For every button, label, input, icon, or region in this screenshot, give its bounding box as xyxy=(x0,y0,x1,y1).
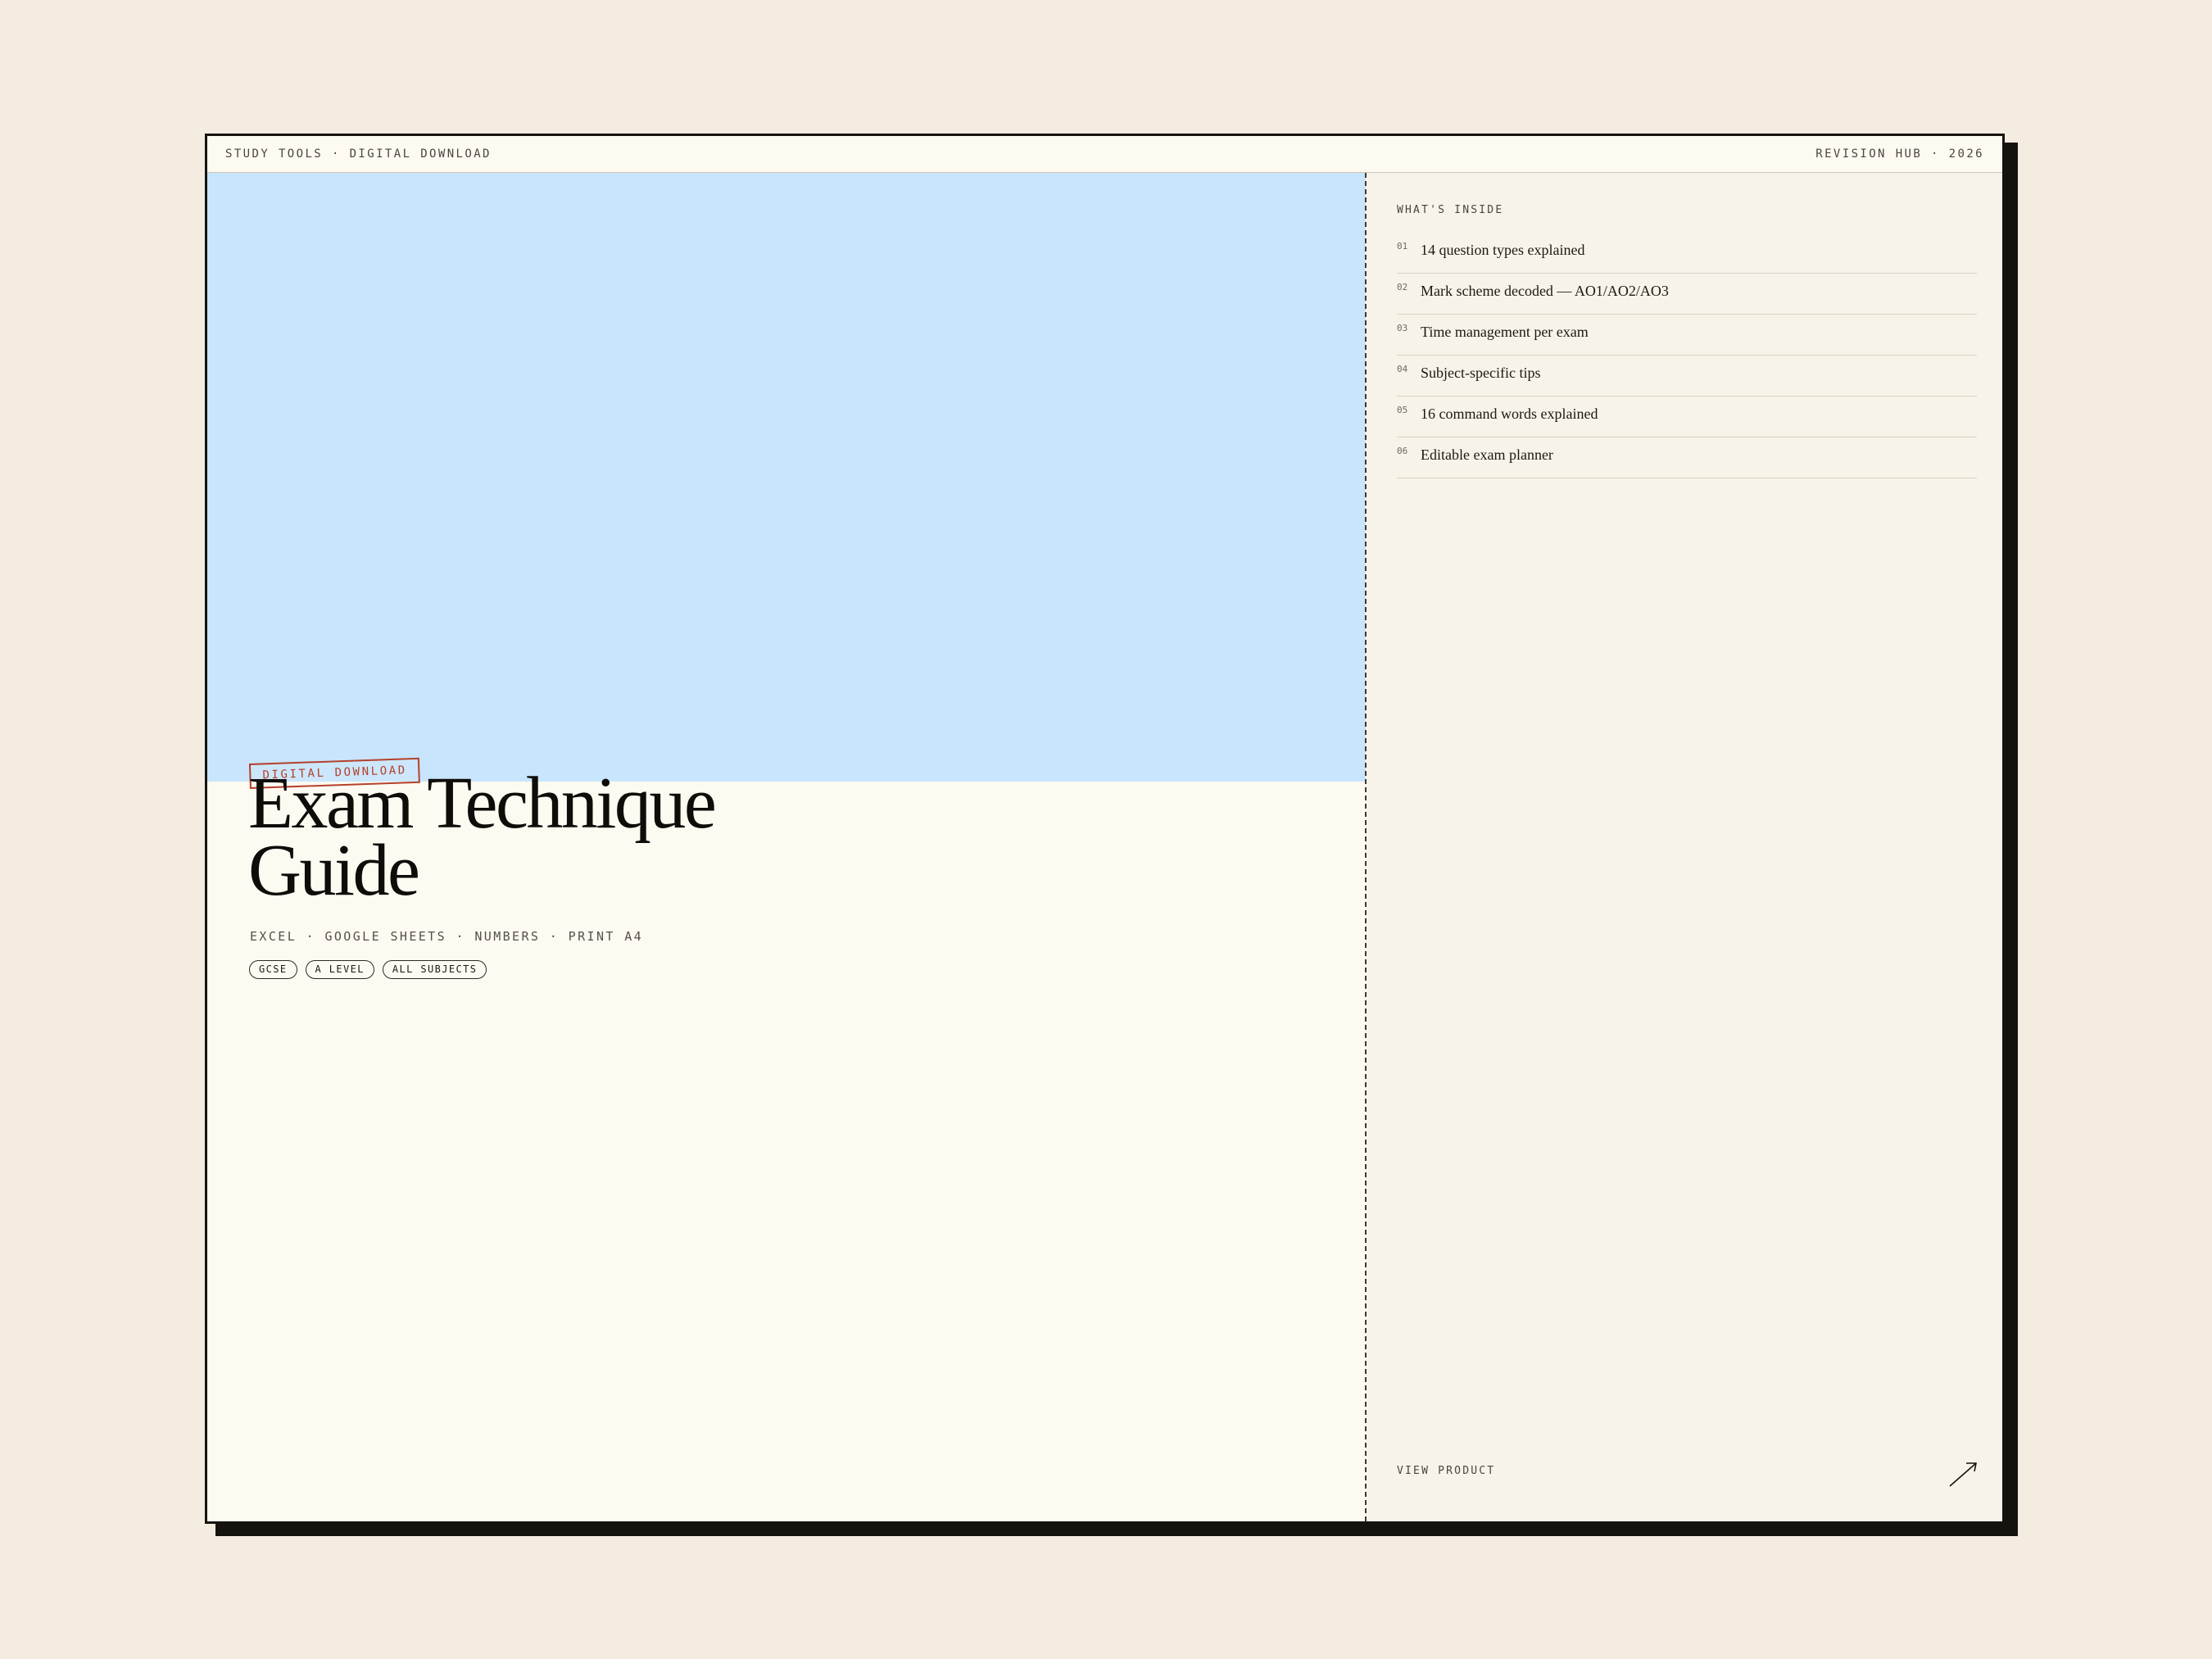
format-list: EXCEL · GOOGLE SHEETS · NUMBERS · PRINT … xyxy=(250,929,644,944)
contents-heading: WHAT'S INSIDE xyxy=(1397,204,1504,216)
list-item: 04 Subject-specific tips xyxy=(1397,356,1977,397)
item-text: 16 command words explained xyxy=(1421,406,1598,422)
arrow-up-right-icon[interactable] xyxy=(1948,1460,1979,1488)
item-text: Time management per exam xyxy=(1421,324,1589,340)
item-text: 14 question types explained xyxy=(1421,242,1585,258)
view-product-link[interactable]: VIEW PRODUCT xyxy=(1397,1465,1495,1477)
product-title: Exam Technique Guide xyxy=(248,767,986,908)
tag-all-subjects: ALL SUBJECTS xyxy=(382,960,487,979)
hero-image-area: DIGITAL DOWNLOAD xyxy=(207,173,1366,789)
header-brand: REVISION HUB · 2026 xyxy=(1815,147,1984,161)
item-number: 04 xyxy=(1397,364,1408,374)
item-number: 01 xyxy=(1397,241,1408,252)
tag-list: GCSE A LEVEL ALL SUBJECTS xyxy=(249,960,487,979)
dashed-divider xyxy=(1365,173,1367,1521)
card-header: STUDY TOOLS · DIGITAL DOWNLOAD REVISION … xyxy=(207,136,2002,173)
item-number: 02 xyxy=(1397,282,1408,292)
list-item: 05 16 command words explained xyxy=(1397,397,1977,437)
header-category: STUDY TOOLS · DIGITAL DOWNLOAD xyxy=(225,147,492,161)
list-item: 03 Time management per exam xyxy=(1397,315,1977,356)
item-number: 06 xyxy=(1397,446,1408,456)
contents-list: 01 14 question types explained 02 Mark s… xyxy=(1397,233,1977,478)
list-item: 01 14 question types explained xyxy=(1397,233,1977,274)
item-number: 05 xyxy=(1397,405,1408,415)
tag-a-level: A LEVEL xyxy=(305,960,374,979)
item-text: Editable exam planner xyxy=(1421,446,1553,463)
item-number: 03 xyxy=(1397,323,1408,333)
list-item: 02 Mark scheme decoded — AO1/AO2/AO3 xyxy=(1397,274,1977,315)
list-item: 06 Editable exam planner xyxy=(1397,437,1977,478)
tag-gcse: GCSE xyxy=(249,960,297,979)
item-text: Subject-specific tips xyxy=(1421,365,1541,381)
item-text: Mark scheme decoded — AO1/AO2/AO3 xyxy=(1421,283,1669,299)
title-line-2: Guide xyxy=(248,830,420,911)
